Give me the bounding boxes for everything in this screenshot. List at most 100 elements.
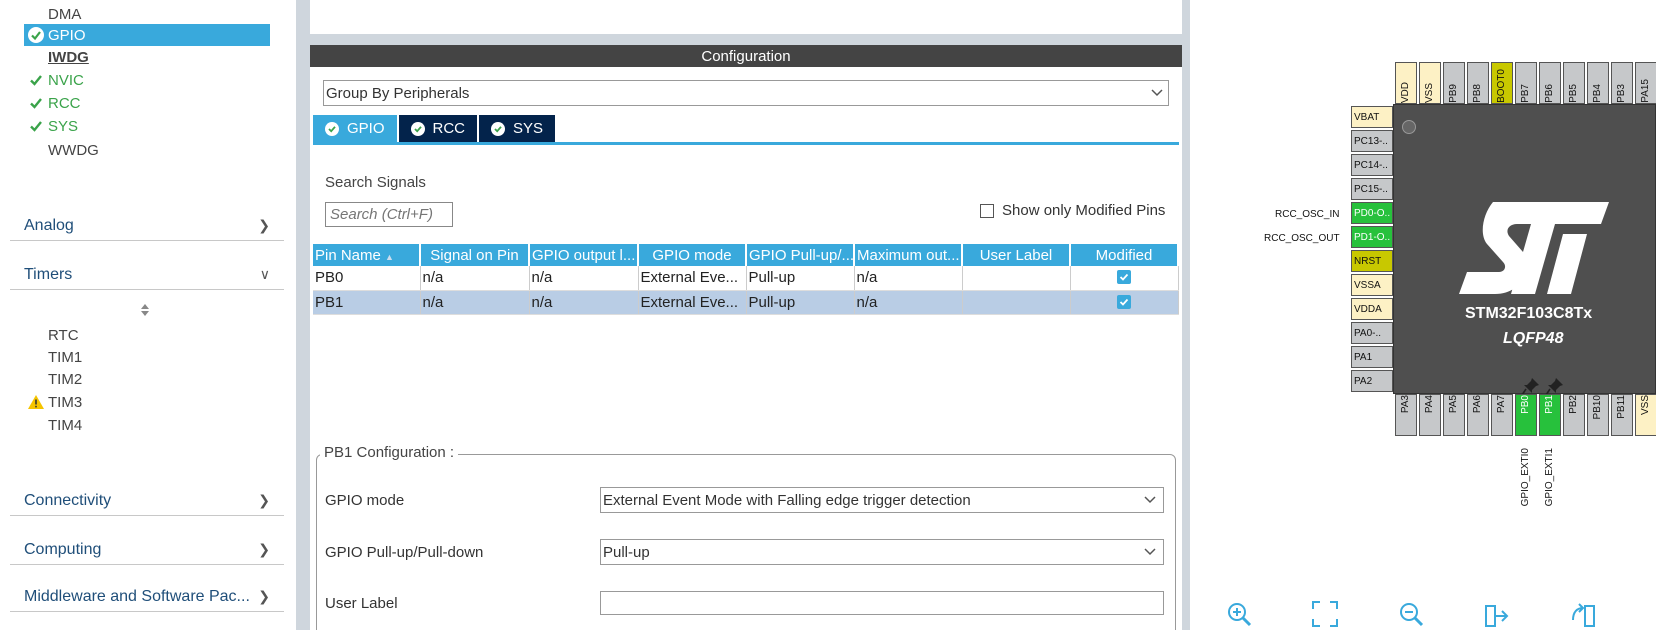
sidebar-item-nvic[interactable]: NVIC (24, 69, 270, 91)
sidebar-item-label: NVIC (48, 71, 84, 89)
table-row[interactable]: PB1 n/a n/a External Eve... Pull-up n/a (313, 290, 1179, 315)
pin-nrst[interactable]: NRST (1351, 250, 1393, 272)
chevron-right-icon: ❯ (258, 492, 270, 508)
pin-vdda[interactable]: VDDA (1351, 298, 1393, 320)
cell-modified[interactable] (1070, 290, 1179, 315)
sidebar-item-tim1[interactable]: TIM1 (24, 346, 270, 368)
sidebar-item-tim2[interactable]: TIM2 (24, 368, 270, 390)
warning-icon (24, 394, 48, 410)
sidebar-item-tim4[interactable]: TIM4 (24, 414, 270, 436)
category-analog[interactable]: Analog ❯ (10, 211, 284, 241)
pin-pb1[interactable]: PB1 (1539, 394, 1561, 436)
zoom-in-icon[interactable] (1225, 600, 1253, 628)
sidebar-item-label: TIM2 (48, 370, 83, 388)
sidebar-item-gpio[interactable]: GPIO (24, 24, 270, 46)
category-middleware[interactable]: Middleware and Software Pac... ❯ (10, 582, 284, 612)
pin-vss-top[interactable]: VSS (1419, 62, 1441, 104)
chip-package: LQFP48 (1503, 330, 1564, 347)
checkbox-icon (980, 203, 994, 218)
pin-pb7[interactable]: PB7 (1515, 62, 1537, 104)
pin-pa1[interactable]: PA1 (1351, 346, 1393, 368)
cell-pin: PB0 (313, 266, 421, 291)
pin-pa0[interactable]: PA0-.. (1351, 322, 1393, 344)
pin-pb5[interactable]: PB5 (1563, 62, 1585, 104)
column-header-pull[interactable]: GPIO Pull-up/... (746, 244, 855, 266)
pin-vss-bottom[interactable]: VSS (1635, 394, 1656, 436)
peripheral-tabs: GPIO RCC SYS (313, 115, 557, 142)
cell-max: n/a (854, 266, 963, 291)
table-row[interactable]: PB0 n/a n/a External Eve... Pull-up n/a (313, 266, 1179, 291)
sidebar-item-dma[interactable]: DMA (24, 3, 270, 25)
pin-pa2[interactable]: PA2 (1351, 370, 1393, 392)
user-label-input[interactable] (600, 591, 1164, 615)
rotate-icon[interactable] (1569, 600, 1597, 628)
pin-pa7[interactable]: PA7 (1491, 394, 1513, 436)
pin-pb10[interactable]: PB10 (1587, 394, 1609, 436)
sidebar-item-label: GPIO (48, 26, 86, 44)
pin-pb8[interactable]: PB8 (1467, 62, 1489, 104)
sidebar-item-tim3[interactable]: TIM3 (24, 391, 270, 413)
zoom-out-icon[interactable] (1397, 600, 1425, 628)
pull-select[interactable]: Pull-up (600, 539, 1164, 565)
sidebar-item-iwdg[interactable]: IWDG (24, 46, 270, 68)
column-header-user-label[interactable]: User Label (962, 244, 1071, 266)
group-by-select[interactable]: Group By Peripherals (323, 80, 1169, 106)
column-header-signal[interactable]: Signal on Pin (420, 244, 530, 266)
pin-pc15[interactable]: PC15-.. (1351, 178, 1393, 200)
fit-screen-icon[interactable] (1311, 600, 1339, 628)
pin-pb0[interactable]: PB0 (1515, 394, 1537, 436)
export-icon[interactable] (1483, 600, 1511, 628)
cell-modified[interactable] (1070, 266, 1179, 291)
signal-label-exti1: GPIO_EXTI1 (1544, 448, 1555, 507)
sidebar-item-rtc[interactable]: RTC (24, 324, 270, 346)
pushpin-icon (1545, 378, 1563, 396)
search-input[interactable] (325, 202, 453, 227)
pin-vbat[interactable]: VBAT (1351, 106, 1393, 128)
category-computing[interactable]: Computing ❯ (10, 535, 284, 565)
tab-gpio[interactable]: GPIO (313, 115, 397, 142)
pin-pa6[interactable]: PA6 (1467, 394, 1489, 436)
sidebar-item-sys[interactable]: SYS (24, 115, 270, 137)
pin-pd1[interactable]: PD1-O.. (1351, 226, 1393, 248)
pin-pd0[interactable]: PD0-O.. (1351, 202, 1393, 224)
pin-pc13[interactable]: PC13-.. (1351, 130, 1393, 152)
pin-pb9[interactable]: PB9 (1443, 62, 1465, 104)
column-header-pin-name[interactable]: Pin Name ▲ (313, 244, 421, 266)
check-circle-icon (491, 121, 506, 136)
check-icon (24, 96, 48, 110)
pin-pb4[interactable]: PB4 (1587, 62, 1609, 104)
cell-signal: n/a (420, 266, 530, 291)
pin-pb3[interactable]: PB3 (1611, 62, 1633, 104)
pin-pa15[interactable]: PA15 (1635, 62, 1656, 104)
pin-pa4[interactable]: PA4 (1419, 394, 1441, 436)
sort-icon[interactable] (139, 303, 151, 317)
pin-pb6[interactable]: PB6 (1539, 62, 1561, 104)
sidebar-item-label: DMA (48, 5, 82, 23)
pin-pc14[interactable]: PC14-.. (1351, 154, 1393, 176)
pin-pb11[interactable]: PB11 (1611, 394, 1633, 436)
pin-boot0[interactable]: BOOT0 (1491, 62, 1513, 104)
column-header-max-speed[interactable]: Maximum out... (854, 244, 963, 266)
st-logo-icon (1459, 202, 1609, 294)
table-header-row: Pin Name ▲ Signal on Pin GPIO output l..… (313, 244, 1179, 266)
pin-vdd-top[interactable]: VDD (1395, 62, 1417, 104)
column-header-modified[interactable]: Modified (1070, 244, 1179, 266)
pin-config-title: PB1 Configuration : (320, 444, 459, 461)
category-connectivity[interactable]: Connectivity ❯ (10, 486, 284, 516)
pin-pb2[interactable]: PB2 (1563, 394, 1585, 436)
cell-pull: Pull-up (746, 290, 855, 315)
pin-vssa[interactable]: VSSA (1351, 274, 1393, 296)
category-timers[interactable]: Timers ∨ (10, 260, 284, 290)
column-header-gpio-mode[interactable]: GPIO mode (638, 244, 747, 266)
pin-pa5[interactable]: PA5 (1443, 394, 1465, 436)
category-label: Connectivity (24, 491, 112, 509)
sidebar-item-rcc[interactable]: RCC (24, 92, 270, 114)
gpio-mode-select[interactable]: External Event Mode with Falling edge tr… (600, 487, 1164, 513)
tab-sys[interactable]: SYS (479, 115, 556, 142)
pull-value: Pull-up (603, 543, 650, 561)
show-modified-checkbox[interactable]: Show only Modified Pins (980, 202, 1165, 219)
sidebar-item-wwdg[interactable]: WWDG (24, 139, 270, 161)
tab-rcc[interactable]: RCC (398, 115, 478, 142)
column-header-output-level[interactable]: GPIO output l... (529, 244, 639, 266)
pin-pa3[interactable]: PA3 (1395, 394, 1417, 436)
